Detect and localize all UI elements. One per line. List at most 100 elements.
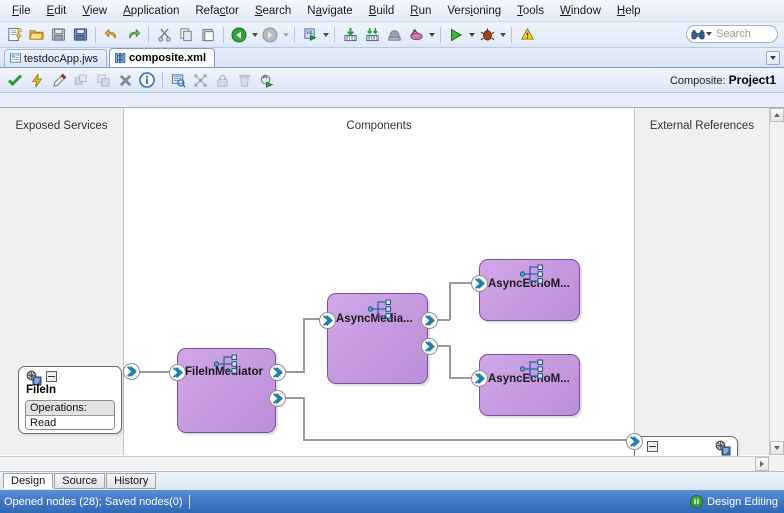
menu-item-help[interactable]: Help (609, 2, 649, 20)
ant-icon[interactable] (406, 25, 426, 45)
copy-icon[interactable] (176, 25, 196, 45)
component-asyncmediator[interactable]: AsyncMedia... (319, 293, 438, 384)
operations-box-filein: Operations: Read (25, 400, 115, 430)
collapse-toggle-filein[interactable] (46, 371, 57, 382)
tab-label: composite.xml (128, 52, 207, 64)
port-fileout-in[interactable] (626, 433, 643, 450)
port-fileinmediator-out-2[interactable] (269, 390, 286, 407)
port-fileinmediator-in[interactable] (169, 364, 186, 381)
forward-icon[interactable] (260, 25, 280, 45)
menu-item-edit[interactable]: Edit (39, 2, 75, 20)
composite-design-canvas[interactable]: Exposed Services External References Com… (0, 107, 784, 508)
canvas-horizontal-scrollbar[interactable] (0, 456, 769, 471)
tab-source[interactable]: Source (54, 473, 106, 489)
search-box[interactable]: Search (686, 25, 778, 43)
component-fileinmediator[interactable]: FileInMediator (169, 348, 286, 433)
tab-testdocapp-jws[interactable]: testdocApp.jws (4, 49, 107, 67)
menu-item-refactor[interactable]: Refactor (187, 2, 246, 20)
redo-icon[interactable] (123, 25, 143, 45)
lock-icon[interactable] (212, 70, 232, 90)
open-icon[interactable] (26, 25, 46, 45)
tab-history[interactable]: History (106, 473, 157, 489)
save-icon[interactable] (48, 25, 68, 45)
menu-item-search[interactable]: Search (247, 2, 299, 20)
scroll-down-button[interactable] (770, 441, 784, 455)
undo-icon[interactable] (101, 25, 121, 45)
quickfix-icon[interactable] (27, 70, 47, 90)
search-input[interactable]: Search (716, 28, 751, 40)
deploy-icon[interactable] (384, 25, 404, 45)
toolbar-separator (148, 26, 149, 43)
warning-icon[interactable] (517, 25, 537, 45)
svg-text:0101: 0101 (345, 36, 356, 41)
run-icon[interactable] (446, 25, 466, 45)
port-asyncmediator-out-1[interactable] (421, 312, 438, 329)
service-name-filein: FileIn (26, 384, 57, 396)
canvas-vertical-scrollbar[interactable] (769, 108, 784, 455)
editor-view-tabs: Design Source History (0, 471, 784, 490)
menu-item-build[interactable]: Build (361, 2, 403, 20)
pencil-icon[interactable] (49, 70, 69, 90)
copy-node-icon[interactable] (93, 70, 113, 90)
composite-name: Project1 (728, 73, 776, 87)
menu-item-versioning[interactable]: Versioning (439, 2, 509, 20)
trash-icon[interactable] (234, 70, 254, 90)
wire-mediator-out1-h1 (283, 371, 305, 373)
port-asyncmediator-in[interactable] (319, 312, 336, 329)
menu-item-application[interactable]: Application (115, 2, 187, 20)
port-filein-out[interactable] (123, 363, 140, 380)
forward-dropdown-caret (281, 25, 290, 45)
new-icon[interactable] (4, 25, 24, 45)
mediator-fork-icon (368, 299, 391, 319)
scroll-up-button[interactable] (770, 108, 784, 122)
properties-icon[interactable] (168, 70, 188, 90)
search-dropdown-caret[interactable] (705, 24, 713, 44)
exposed-service-filein[interactable]: FileIn Operations: Read (18, 363, 140, 434)
validate-icon[interactable] (5, 70, 25, 90)
sql-run-icon[interactable]: SQL (300, 25, 320, 45)
port-asyncechomediator-top-in[interactable] (471, 275, 488, 292)
tab-composite-xml[interactable]: composite.xml (108, 48, 216, 67)
back-dropdown-caret[interactable] (250, 25, 259, 45)
back-icon[interactable] (229, 25, 249, 45)
wsdl-interface-icon (715, 440, 731, 456)
port-fileinmediator-out-1[interactable] (269, 364, 286, 381)
sql-dropdown-caret[interactable] (321, 25, 330, 45)
exposed-services-title: Exposed Services (15, 120, 108, 132)
tab-design[interactable]: Design (3, 473, 54, 489)
cut-icon[interactable] (154, 25, 174, 45)
refresh-icon[interactable] (256, 70, 276, 90)
menu-item-tools[interactable]: Tools (509, 2, 552, 20)
collapse-toggle-fileout[interactable] (647, 441, 658, 452)
tab-list-dropdown-button[interactable] (766, 51, 780, 65)
debug-icon[interactable] (477, 25, 497, 45)
external-references-title: External References (649, 120, 755, 132)
run-dropdown-caret[interactable] (467, 25, 476, 45)
port-asyncmediator-out-2[interactable] (421, 338, 438, 355)
dependency-icon[interactable] (190, 70, 210, 90)
info-icon[interactable] (137, 70, 157, 90)
menu-item-file[interactable]: File (4, 2, 39, 20)
operations-header: Operations: (26, 401, 114, 416)
mediator-fork-icon (520, 359, 543, 379)
rebuild-icon[interactable]: 0101 (362, 25, 382, 45)
scrollbar-corner (769, 456, 784, 471)
make-icon[interactable]: 0101 (340, 25, 360, 45)
scroll-right-button[interactable] (755, 457, 769, 471)
component-asyncechomediator-top[interactable]: AsyncEchoM... (471, 259, 580, 321)
menu-item-navigate[interactable]: Navigate (299, 2, 360, 20)
debug-dropdown-caret[interactable] (498, 25, 507, 45)
menu-item-window[interactable]: Window (552, 2, 609, 20)
port-asyncechomediator-bottom-in[interactable] (471, 370, 488, 387)
save-all-icon[interactable] (70, 25, 90, 45)
ant-dropdown-caret[interactable] (427, 25, 436, 45)
composite-prefix: Composite: (669, 75, 726, 87)
tab-history-label: History (114, 475, 149, 487)
component-asyncechomediator-bottom[interactable]: AsyncEchoM... (471, 354, 580, 416)
paste-icon[interactable] (198, 25, 218, 45)
menu-item-view[interactable]: View (74, 2, 115, 20)
delete-icon[interactable] (115, 70, 135, 90)
menu-item-run[interactable]: Run (402, 2, 439, 20)
duplicate-icon[interactable] (71, 70, 91, 90)
operation-read[interactable]: Read (26, 416, 114, 429)
